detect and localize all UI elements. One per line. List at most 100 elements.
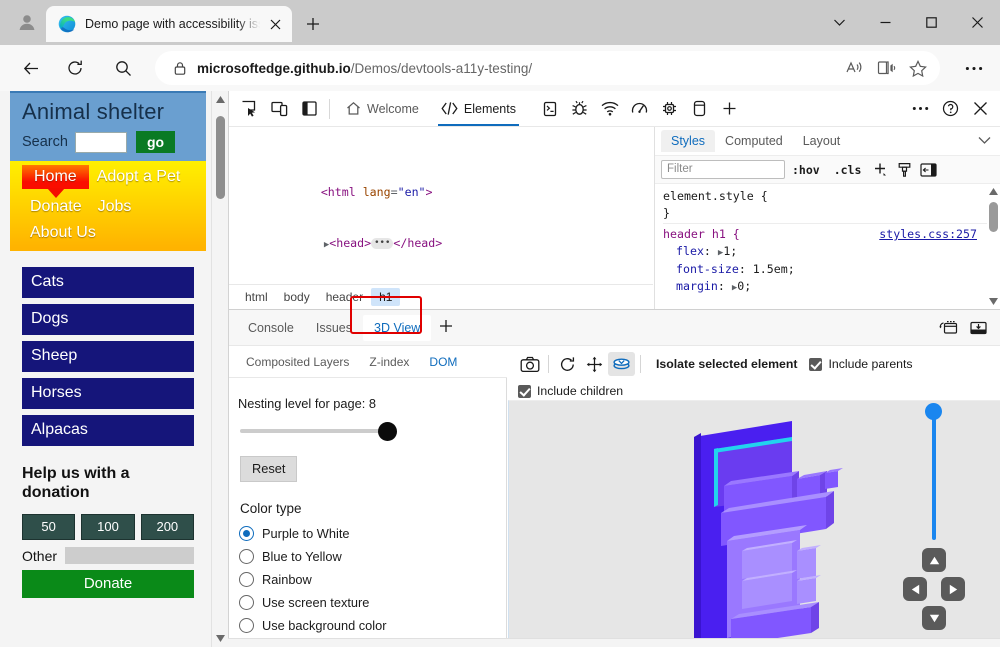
inspect-element-icon[interactable] [234,94,264,124]
reset-button[interactable]: Reset [240,456,297,482]
slider-thumb[interactable] [925,403,942,420]
scroll-down-icon[interactable] [212,630,228,647]
breadcrumb-html[interactable]: html [237,288,276,306]
immersive-reader-icon[interactable] [870,53,902,83]
devtools-ellipsis-icon[interactable] [905,94,935,124]
breadcrumb-body[interactable]: body [276,288,318,306]
scrollbar-thumb[interactable] [989,202,998,232]
drawer-tab-3d-view[interactable]: 3D View [363,315,431,341]
address-bar[interactable]: microsoftedge.github.io/Demos/devtools-a… [155,51,940,85]
styles-scrollbar[interactable] [986,184,1000,309]
chevron-down-icon[interactable] [816,0,862,45]
add-panel-icon[interactable] [715,94,745,124]
radio-icon[interactable] [239,595,254,610]
search-icon[interactable] [106,51,140,85]
close-window-icon[interactable] [954,0,1000,45]
restore-drawer-icon[interactable] [933,313,963,343]
styles-filter-input[interactable]: Filter [661,160,785,179]
nav-link-jobs[interactable]: Jobs [90,195,140,219]
category-horses[interactable]: Horses [22,378,194,409]
amount-100[interactable]: 100 [81,514,134,540]
scroll-down-icon[interactable] [986,294,1000,309]
category-alpacas[interactable]: Alpacas [22,415,194,446]
toggle-sidebar-icon[interactable] [916,159,940,181]
radio-use-background-color[interactable]: Use background color [239,614,506,637]
category-cats[interactable]: Cats [22,267,194,298]
sub-tab-composited-layers[interactable]: Composited Layers [237,350,358,374]
page-scrollbar[interactable] [211,91,228,647]
maximize-icon[interactable] [908,0,954,45]
arrow-up-icon[interactable] [922,548,946,572]
style-rule-header-h1[interactable]: styles.css:257 header h1 { flex: ▶1; fon… [663,223,987,296]
drawer-tab-console[interactable]: Console [237,315,305,341]
radio-icon[interactable] [239,549,254,564]
nav-link-adopt[interactable]: Adopt a Pet [89,165,189,189]
nav-link-donate[interactable]: Donate [22,195,90,219]
tab-styles[interactable]: Styles [661,130,715,152]
go-button[interactable]: go [136,131,175,153]
css-prop-font-size[interactable]: font-size [676,262,739,276]
nav-link-home[interactable]: Home [22,165,89,189]
isolate-icon[interactable] [608,352,635,376]
chevron-down-icon[interactable] [978,134,1000,148]
camera-icon[interactable] [516,352,543,376]
element-state-icon[interactable] [892,159,916,181]
breadcrumb-header[interactable]: header [318,288,371,306]
arrow-right-icon[interactable] [941,577,965,601]
arrow-down-icon[interactable] [922,606,946,630]
tab-layout[interactable]: Layout [793,130,851,152]
minimize-icon[interactable] [862,0,908,45]
hov-toggle[interactable]: :hov [785,163,827,177]
donate-button[interactable]: Donate [22,570,194,598]
console-icon[interactable] [535,94,565,124]
css-prop-flex[interactable]: flex [676,244,704,258]
dom-row[interactable]: <html lang="en"> [229,166,653,183]
include-children-checkbox[interactable] [518,385,531,398]
css-val-font-size[interactable]: 1.5em [753,262,788,276]
tab-welcome[interactable]: Welcome [335,91,430,126]
help-icon[interactable] [935,94,965,124]
sub-tab-dom[interactable]: DOM [420,350,466,374]
read-aloud-icon[interactable] [838,53,870,83]
dock-bottom-icon[interactable] [963,313,993,343]
radio-use-screen-texture[interactable]: Use screen texture [239,591,506,614]
profile-icon[interactable] [10,6,44,38]
scroll-up-icon[interactable] [212,91,228,108]
3d-canvas[interactable] [508,400,1000,647]
sources-bug-icon[interactable] [565,94,595,124]
pan-icon[interactable] [581,352,608,376]
reset-rotation-icon[interactable] [554,352,581,376]
other-amount-input[interactable] [65,547,194,564]
radio-rainbow[interactable]: Rainbow [239,568,506,591]
dom-row[interactable]: ▼ <body> [229,270,653,284]
tab-computed[interactable]: Computed [715,130,793,152]
new-tab-button[interactable] [298,10,328,38]
sub-tab-z-index[interactable]: Z-index [360,350,418,374]
reload-button[interactable] [58,51,92,85]
css-prop-margin[interactable]: margin [676,279,718,293]
application-icon[interactable] [655,94,685,124]
drawer-tab-issues[interactable]: Issues [305,315,363,341]
tab-elements[interactable]: Elements [430,91,527,126]
slider-thumb[interactable] [378,422,397,441]
radio-purple-to-white[interactable]: Purple to White [239,522,506,545]
network-icon[interactable] [595,94,625,124]
device-emulation-icon[interactable] [264,94,294,124]
amount-200[interactable]: 200 [141,514,194,540]
nesting-level-slider[interactable] [240,420,390,442]
breadcrumb-h1[interactable]: h1 [371,288,400,306]
dock-side-icon[interactable] [294,94,324,124]
devtools-close-icon[interactable] [965,94,995,124]
include-parents-checkbox[interactable] [809,358,822,371]
memory-icon[interactable] [685,94,715,124]
style-source-link[interactable]: styles.css:257 [879,226,987,243]
dom-row[interactable]: ▶<head>•••</head> [229,218,653,235]
category-dogs[interactable]: Dogs [22,304,194,335]
radio-blue-to-yellow[interactable]: Blue to Yellow [239,545,506,568]
radio-icon[interactable] [239,526,254,541]
search-input[interactable] [75,132,127,153]
arrow-left-icon[interactable] [903,577,927,601]
amount-50[interactable]: 50 [22,514,75,540]
zoom-slider[interactable] [929,410,939,540]
cls-toggle[interactable]: .cls [827,163,869,177]
